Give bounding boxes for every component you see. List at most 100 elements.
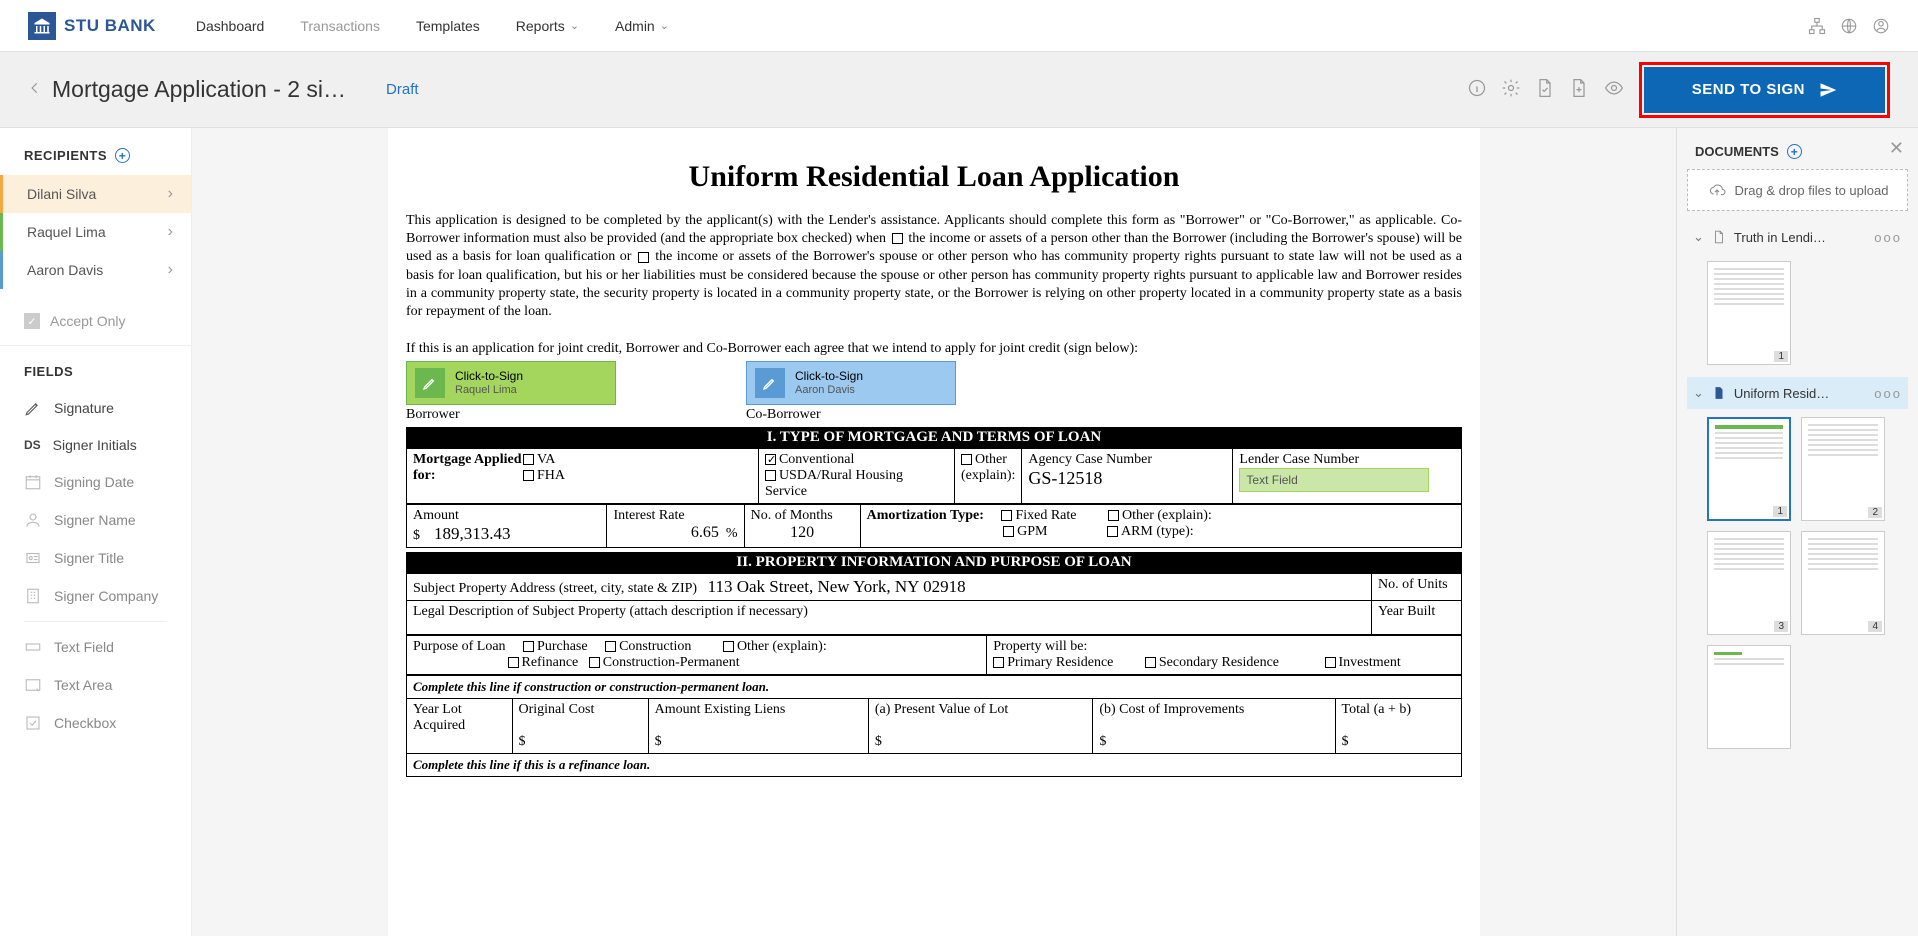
field-signer-title[interactable]: Signer Title xyxy=(0,539,191,577)
signature-field-borrower[interactable]: Click-to-Sign Raquel Lima xyxy=(406,361,616,405)
send-to-sign-button[interactable]: SEND TO SIGN xyxy=(1644,67,1885,113)
fields-header: FIELDS xyxy=(0,346,191,389)
checkbox xyxy=(523,641,534,652)
signature-field-coborrower[interactable]: Click-to-Sign Aaron Davis xyxy=(746,361,956,405)
paper-plane-icon xyxy=(1819,81,1837,99)
chevron-right-icon: › xyxy=(168,261,173,279)
pen-icon xyxy=(415,368,445,398)
pen-icon xyxy=(24,399,42,417)
checkbox xyxy=(723,641,734,652)
sub-header-actions: SEND TO SIGN xyxy=(1467,62,1890,118)
field-signer-company[interactable]: Signer Company xyxy=(0,577,191,615)
add-recipient-button[interactable]: + xyxy=(115,148,130,163)
field-checkbox[interactable]: Checkbox xyxy=(0,704,191,742)
page-thumbnail[interactable]: 3 xyxy=(1707,531,1791,635)
field-signer-initials[interactable]: DS Signer Initials xyxy=(0,427,191,463)
documents-header: DOCUMENTS + xyxy=(1687,142,1908,169)
nav-admin[interactable]: Admin ⌄ xyxy=(615,18,669,34)
recipient-item[interactable]: Dilani Silva › xyxy=(0,175,191,213)
nav-transactions[interactable]: Transactions xyxy=(300,18,380,34)
globe-icon[interactable] xyxy=(1840,17,1858,35)
rate-value: 6.65 xyxy=(691,524,719,541)
status-badge: Draft xyxy=(386,81,419,98)
chevron-down-icon: ⌄ xyxy=(1693,385,1704,401)
close-panel-button[interactable]: ✕ xyxy=(1889,138,1904,159)
borrower-labels: Borrower Co-Borrower xyxy=(406,407,1462,423)
document-menu-button[interactable]: ooo xyxy=(1874,230,1902,245)
bank-logo-icon xyxy=(28,12,56,40)
document-menu-button[interactable]: ooo xyxy=(1874,386,1902,401)
checkbox-field-icon xyxy=(24,714,42,732)
recipient-name: Aaron Davis xyxy=(27,262,103,278)
recipient-item[interactable]: Aaron Davis › xyxy=(0,251,191,289)
send-highlight: SEND TO SIGN xyxy=(1639,62,1890,118)
field-text-area[interactable]: Text Area xyxy=(0,666,191,704)
page-thumbnail-selected[interactable]: 1 xyxy=(1707,417,1791,521)
add-document-button[interactable]: + xyxy=(1787,144,1802,159)
gear-icon[interactable] xyxy=(1501,78,1521,101)
document-node[interactable]: ⌄ Truth in Lendi… ooo xyxy=(1687,221,1908,253)
checkbox xyxy=(605,641,616,652)
sitemap-icon[interactable] xyxy=(1808,17,1826,35)
checkbox xyxy=(1145,657,1156,668)
loan-terms-table: Amount $ 189,313.43 Interest Rate 6.65 %… xyxy=(406,504,1462,548)
right-panel: ✕ DOCUMENTS + Drag & drop files to uploa… xyxy=(1676,128,1918,936)
months-value: 120 xyxy=(751,524,854,542)
page-thumbnail[interactable] xyxy=(1707,645,1791,749)
document-check-icon[interactable] xyxy=(1535,78,1555,101)
page-thumbnail[interactable]: 4 xyxy=(1801,531,1885,635)
document-plus-icon[interactable] xyxy=(1569,78,1589,101)
checkbox xyxy=(961,454,972,465)
user-icon[interactable] xyxy=(1872,17,1890,35)
checkbox-inline xyxy=(892,233,903,244)
lender-case-text-field[interactable]: Text Field xyxy=(1239,468,1429,492)
checkbox xyxy=(1325,657,1336,668)
nav-templates[interactable]: Templates xyxy=(416,18,480,34)
sub-header: Mortgage Application - 2 si… Draft SEND … xyxy=(0,52,1918,128)
pen-icon xyxy=(755,368,785,398)
recipient-item[interactable]: Raquel Lima › xyxy=(0,213,191,251)
field-signer-name[interactable]: Signer Name xyxy=(0,501,191,539)
left-panel: RECIPIENTS + Dilani Silva › Raquel Lima … xyxy=(0,128,192,936)
checkbox xyxy=(523,454,534,465)
top-nav: STU BANK Dashboard Transactions Template… xyxy=(0,0,1918,52)
separator xyxy=(24,621,167,622)
agency-case-value: GS-12518 xyxy=(1028,468,1226,489)
main-layout: RECIPIENTS + Dilani Silva › Raquel Lima … xyxy=(0,128,1918,936)
chevron-down-icon: ⌄ xyxy=(1693,229,1704,245)
chevron-down-icon: ⌄ xyxy=(570,19,579,32)
page-number: 1 xyxy=(1774,351,1788,362)
page-thumbnail[interactable]: 1 xyxy=(1707,261,1791,365)
accept-only-toggle[interactable]: ✓ Accept Only xyxy=(0,297,191,346)
field-signing-date[interactable]: Signing Date xyxy=(0,463,191,501)
checkbox xyxy=(765,470,776,481)
page-title: Mortgage Application - 2 si… xyxy=(52,76,346,103)
info-icon[interactable] xyxy=(1467,78,1487,101)
document-name: Uniform Resid… xyxy=(1734,386,1829,401)
drag-drop-zone[interactable]: Drag & drop files to upload xyxy=(1687,169,1908,211)
page-number: 3 xyxy=(1774,621,1788,632)
thumbnail-grid: 1 2 3 4 xyxy=(1687,409,1908,761)
property-table: Subject Property Address (street, city, … xyxy=(406,573,1462,635)
checkbox xyxy=(1001,510,1012,521)
document-viewport[interactable]: Uniform Residential Loan Application Thi… xyxy=(192,128,1676,936)
recipient-name: Dilani Silva xyxy=(27,186,96,202)
back-button[interactable] xyxy=(28,78,42,101)
page-thumbnail[interactable]: 2 xyxy=(1801,417,1885,521)
joint-credit-text: If this is an application for joint cred… xyxy=(406,341,1462,357)
document-node-selected[interactable]: ⌄ Uniform Resid… ooo xyxy=(1687,377,1908,409)
nav-dashboard[interactable]: Dashboard xyxy=(196,18,265,34)
document-name: Truth in Lendi… xyxy=(1734,230,1826,245)
recipients-header: RECIPIENTS + xyxy=(0,144,191,175)
field-text-field[interactable]: Text Field xyxy=(0,628,191,666)
logo[interactable]: STU BANK xyxy=(28,12,156,40)
preview-icon[interactable] xyxy=(1603,78,1625,101)
nav-reports[interactable]: Reports ⌄ xyxy=(516,18,579,34)
cloud-upload-icon xyxy=(1707,182,1727,198)
doc-title: Uniform Residential Loan Application xyxy=(406,160,1462,194)
initials-icon: DS xyxy=(24,438,41,452)
document-page: Uniform Residential Loan Application Thi… xyxy=(388,128,1480,936)
building-icon xyxy=(24,587,42,605)
document-icon xyxy=(1712,229,1726,245)
field-signature[interactable]: Signature xyxy=(0,389,191,427)
